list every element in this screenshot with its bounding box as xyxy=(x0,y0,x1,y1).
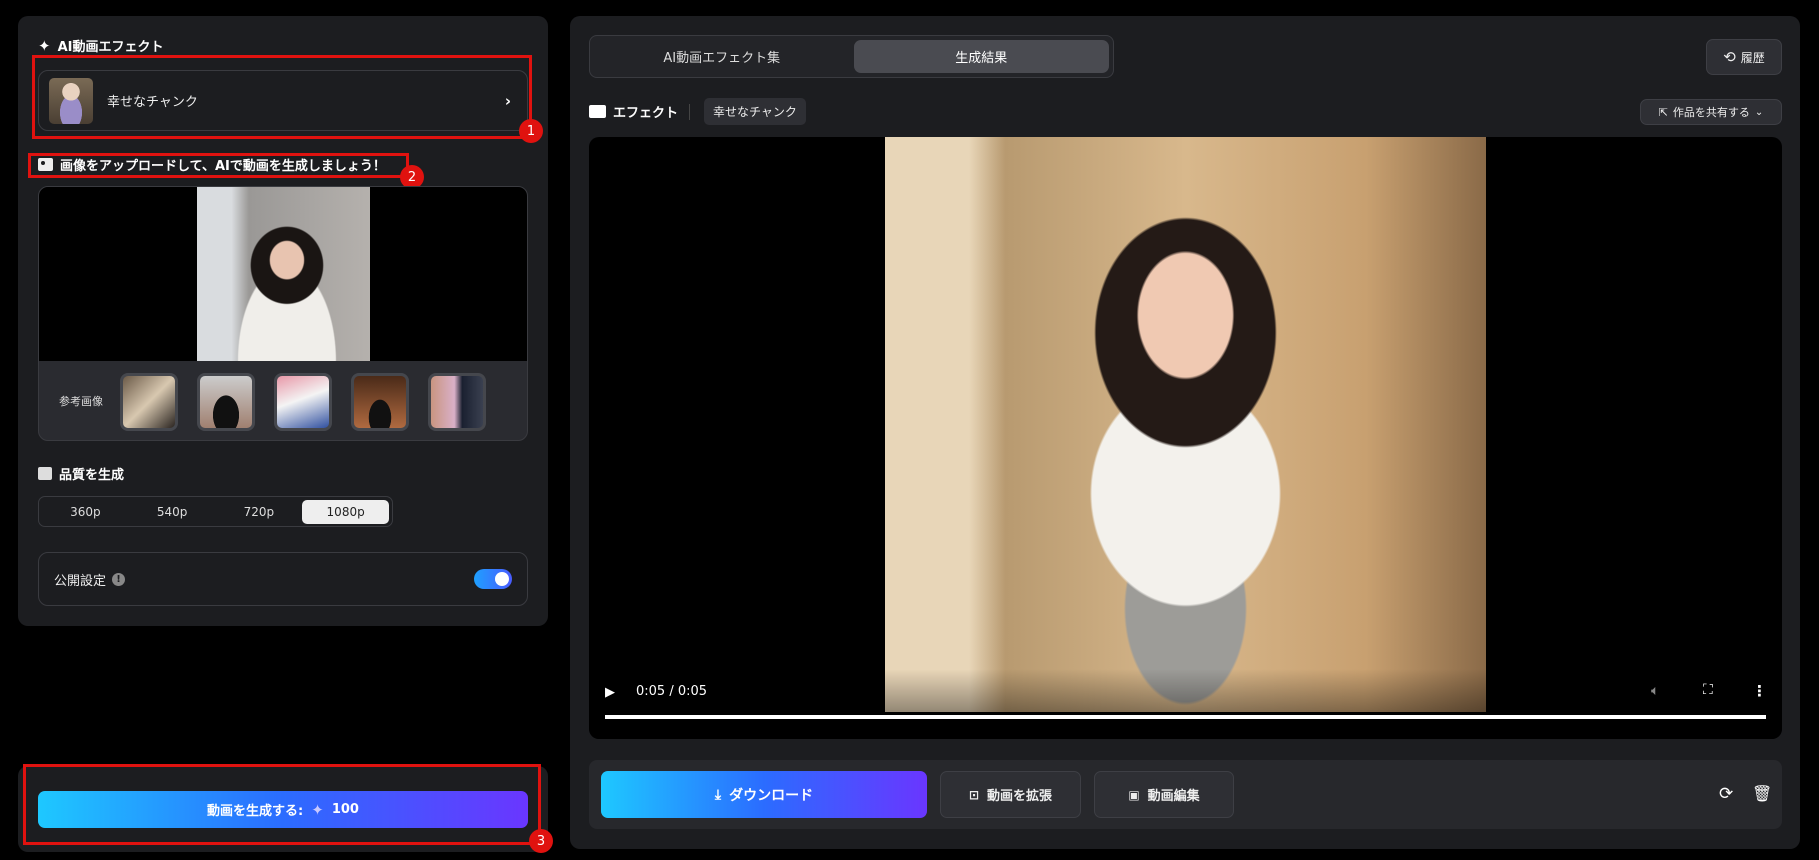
upload-area[interactable]: 参考画像 xyxy=(38,186,528,441)
quality-option-1080p[interactable]: 1080p xyxy=(302,499,389,524)
reference-image-4[interactable] xyxy=(351,373,409,431)
quality-option-360p[interactable]: 360p xyxy=(42,500,129,524)
tab-results[interactable]: 生成結果 xyxy=(853,40,1109,73)
reference-image-1[interactable] xyxy=(120,373,178,431)
annotation-box-2 xyxy=(28,153,409,178)
effect-section-title: ✦ AI動画エフェクト xyxy=(38,36,164,56)
video-icon xyxy=(589,105,606,118)
video-player[interactable]: ▶ 0:05 / 0:05 🔈︎ ⛶ ⋮ xyxy=(589,137,1782,739)
tab-bar: AI動画エフェクト集 生成結果 xyxy=(589,35,1114,78)
quality-section-title: 品質を生成 xyxy=(38,464,124,483)
sparkle-icon: ✦ xyxy=(38,36,51,55)
video-time: 0:05 / 0:05 xyxy=(636,684,708,699)
history-icon: ⟲ xyxy=(1723,48,1736,66)
extend-icon: ⊡ xyxy=(968,787,980,802)
chevron-down-icon: ⌄ xyxy=(1754,106,1764,118)
play-icon[interactable]: ▶ xyxy=(605,685,615,700)
history-button[interactable]: ⟲ 履歴 xyxy=(1706,39,1782,75)
annotation-box-3 xyxy=(23,764,541,845)
quality-option-720p[interactable]: 720p xyxy=(216,500,303,524)
extend-video-button[interactable]: ⊡ 動画を拡張 xyxy=(940,771,1081,818)
volume-icon[interactable]: 🔈︎ xyxy=(1651,683,1659,699)
quality-option-540p[interactable]: 540p xyxy=(129,500,216,524)
tab-effects[interactable]: AI動画エフェクト集 xyxy=(594,40,850,73)
reference-image-3[interactable] xyxy=(274,373,332,431)
annotation-box-1 xyxy=(32,55,532,139)
download-button[interactable]: ⤓ ダウンロード xyxy=(601,771,927,818)
share-button[interactable]: ⇱ 作品を共有する ⌄ xyxy=(1640,99,1782,125)
quality-icon xyxy=(38,467,52,480)
public-setting-row: 公開設定 ! xyxy=(38,552,528,606)
effect-info: エフェクト xyxy=(589,102,694,121)
video-progress-bar[interactable] xyxy=(605,715,1766,719)
effect-tag: 幸せなチャンク xyxy=(704,98,806,125)
more-options-icon[interactable]: ⋮ xyxy=(1752,682,1767,700)
download-icon: ⤓ xyxy=(714,786,722,803)
info-icon[interactable]: ! xyxy=(112,572,126,586)
video-progress-fill xyxy=(605,715,1766,719)
annotation-badge-1: 1 xyxy=(519,119,543,143)
uploaded-image xyxy=(197,187,370,361)
delete-icon[interactable]: 🗑︎ xyxy=(1752,784,1772,803)
quality-selector: 360p 540p 720p 1080p xyxy=(38,496,393,527)
divider xyxy=(689,103,691,120)
fullscreen-icon[interactable]: ⛶ xyxy=(1703,682,1713,698)
external-link-icon: ⇱ xyxy=(1658,105,1668,119)
reference-image-5[interactable] xyxy=(428,373,486,431)
video-frame xyxy=(885,137,1486,712)
public-toggle[interactable] xyxy=(474,569,512,589)
video-edit-icon: ▣ xyxy=(1128,787,1140,802)
edit-video-button[interactable]: ▣ 動画編集 xyxy=(1094,771,1234,818)
video-controls xyxy=(589,669,1782,739)
annotation-badge-3: 3 xyxy=(529,829,553,853)
regenerate-icon[interactable]: ⟳ xyxy=(1719,784,1733,804)
reference-image-2[interactable] xyxy=(197,373,255,431)
